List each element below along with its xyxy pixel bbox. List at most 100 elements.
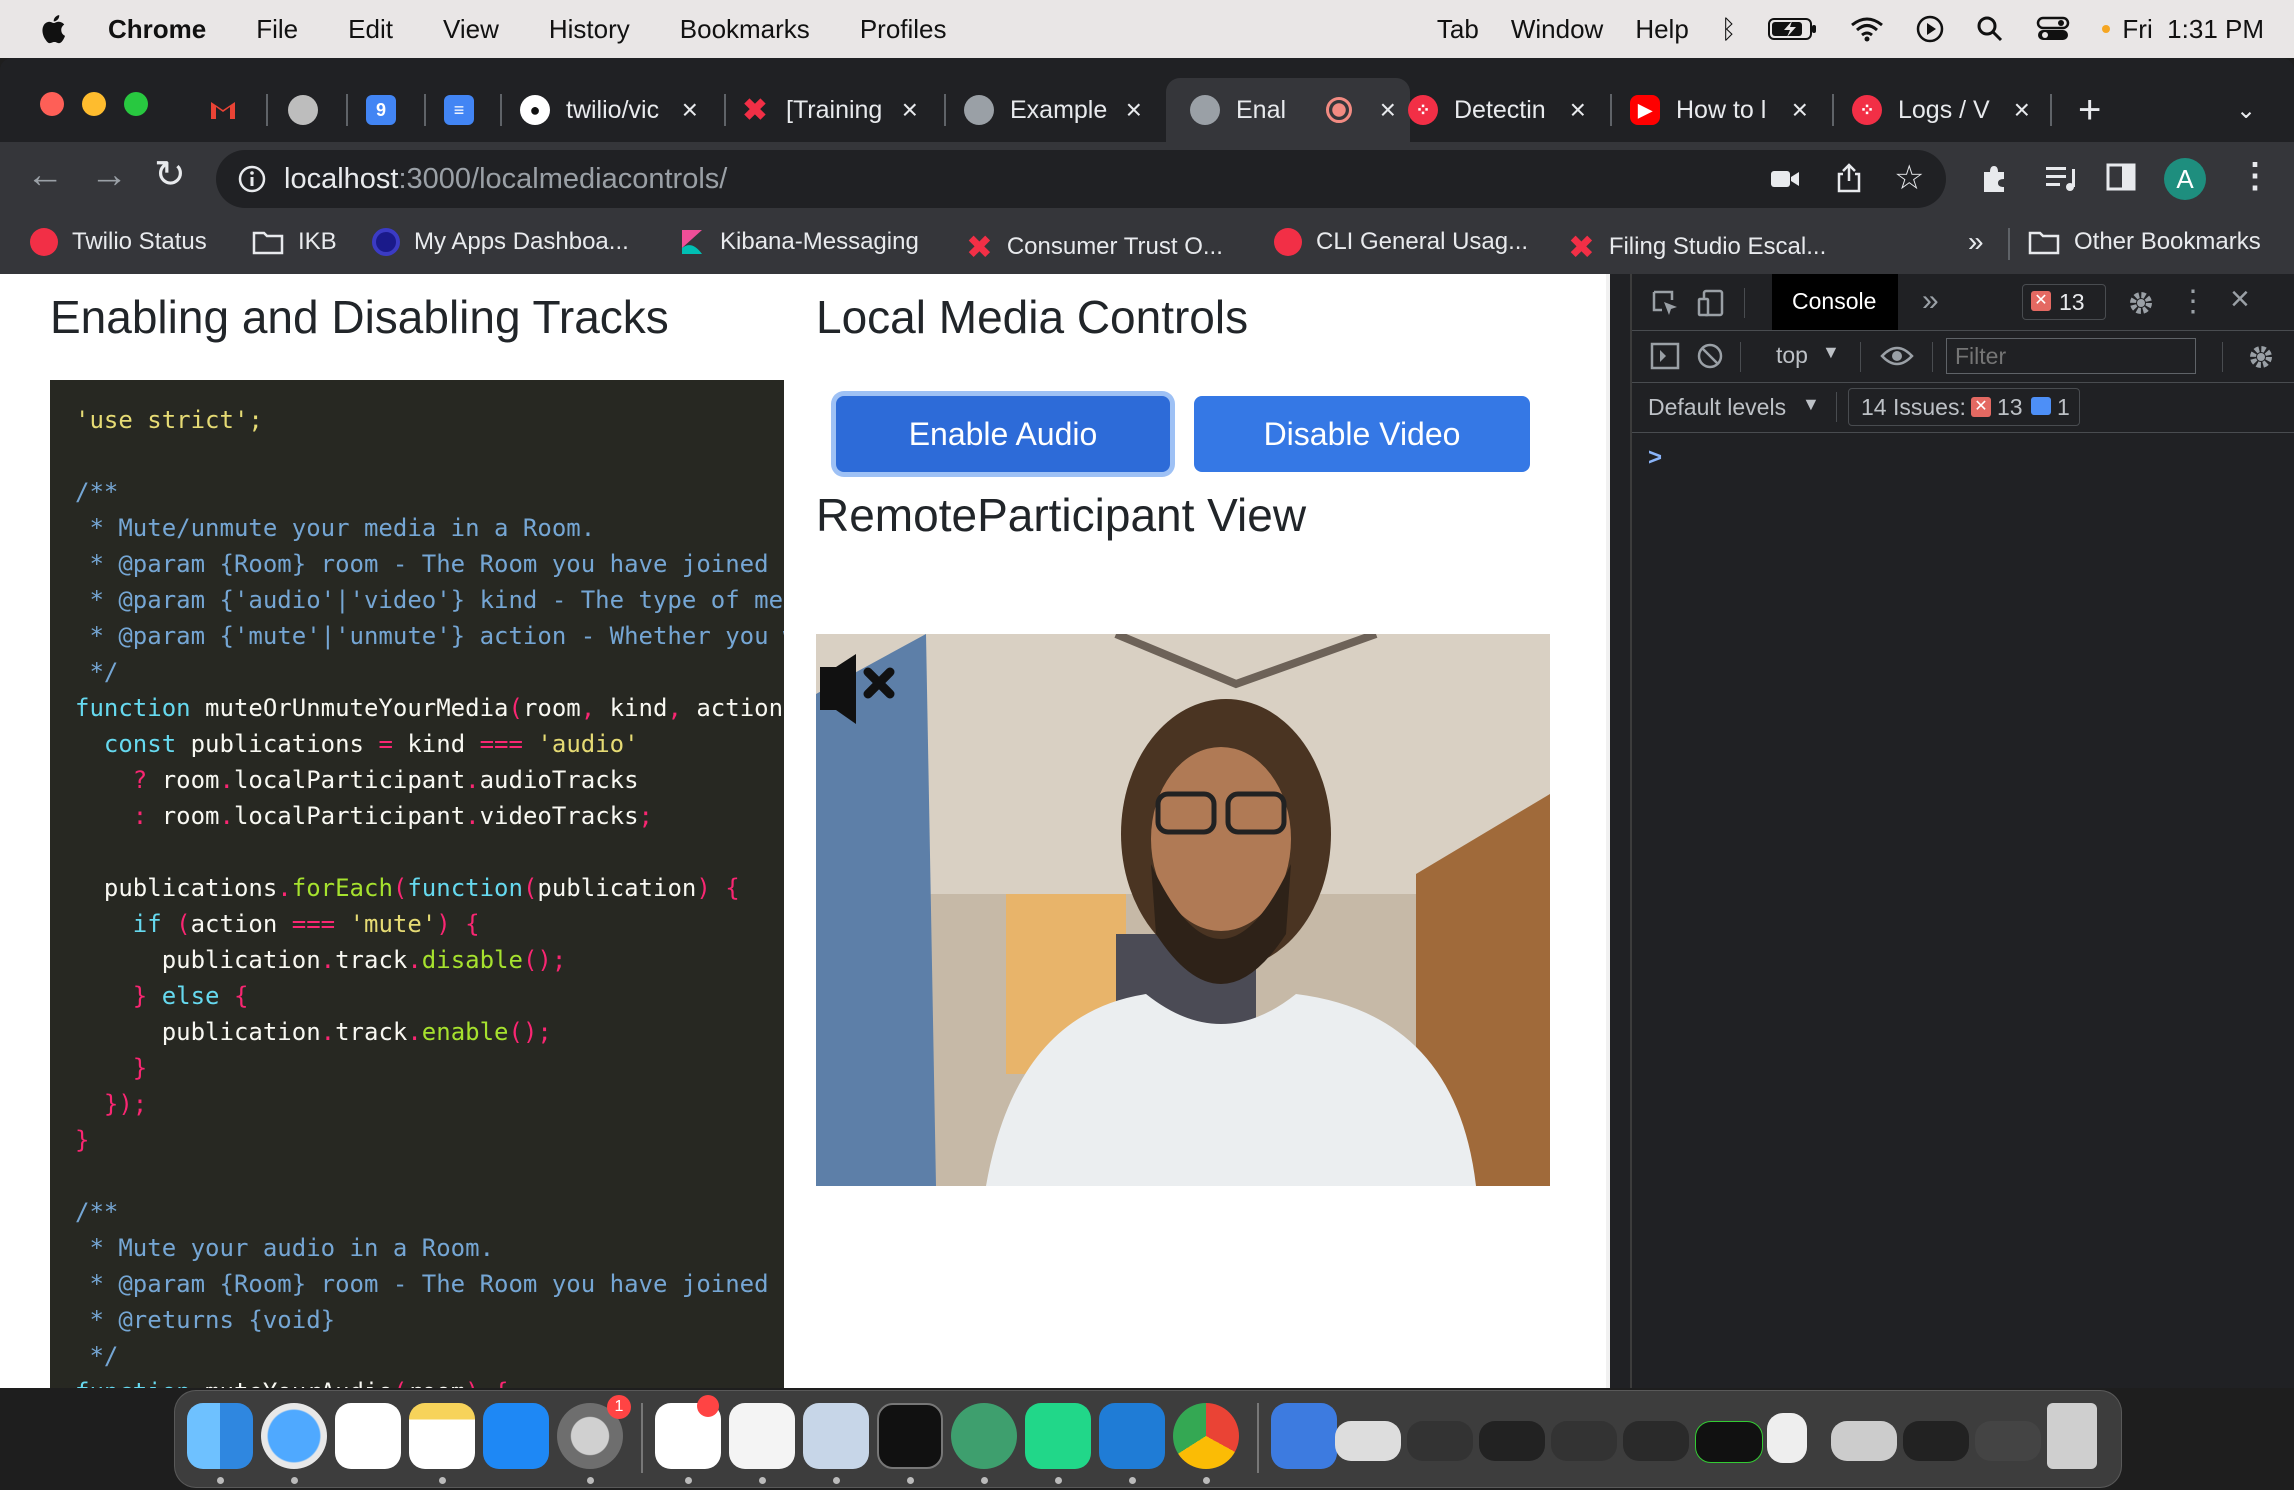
bluetooth-icon[interactable]: ᛒ	[1721, 14, 1737, 45]
console-prompt[interactable]: >	[1648, 444, 1662, 472]
xcode-app-icon[interactable]	[1271, 1403, 1337, 1469]
tab-calendar[interactable]: 9	[366, 78, 410, 142]
context-selector[interactable]: top	[1776, 342, 1808, 369]
window-thumbnail[interactable]	[1975, 1421, 2041, 1461]
camera-in-use-icon[interactable]	[1770, 168, 1800, 190]
control-center-icon[interactable]	[2036, 15, 2070, 43]
window-thumbnail[interactable]	[1407, 1421, 1473, 1461]
address-bar[interactable]: localhost:3000/localmediacontrols/ ☆	[216, 150, 1946, 208]
bookmarks-overflow-button[interactable]: »	[1968, 226, 1984, 258]
menu-tab[interactable]: Tab	[1437, 14, 1479, 45]
forward-button[interactable]: →	[90, 154, 128, 197]
menu-edit[interactable]: Edit	[348, 14, 393, 45]
play-icon[interactable]	[1916, 15, 1944, 43]
close-tab-icon[interactable]: ×	[2014, 94, 2030, 126]
inspect-element-icon[interactable]	[1650, 288, 1680, 318]
tab-example[interactable]: Example ×	[964, 78, 1154, 142]
menu-file[interactable]: File	[256, 14, 298, 45]
window-thumbnail[interactable]	[1695, 1421, 1763, 1463]
safari-app-icon[interactable]	[261, 1403, 327, 1469]
other-bookmarks-button[interactable]: Other Bookmarks	[2028, 228, 2261, 256]
spotlight-search-icon[interactable]	[1976, 15, 2004, 43]
close-tab-icon[interactable]: ×	[902, 94, 918, 126]
zoom-window-button[interactable]	[124, 92, 148, 116]
tab-search-icon[interactable]: ⌄	[2236, 96, 2256, 125]
tab-avatar[interactable]	[288, 78, 332, 142]
close-tab-icon[interactable]: ×	[1792, 94, 1808, 126]
menu-help[interactable]: Help	[1635, 14, 1688, 45]
enable-audio-button[interactable]: Enable Audio	[836, 396, 1170, 472]
page-scrollbar[interactable]	[1606, 274, 1610, 1388]
bookmark-filing-studio[interactable]: ✖ Filing Studio Escal...	[1568, 228, 1826, 266]
error-count-badge[interactable]: ✕ 13	[2022, 284, 2106, 320]
chrome-menu-icon[interactable]: ⋮	[2238, 156, 2272, 196]
issues-button[interactable]: 14 Issues: ✕ 13 1	[1848, 388, 2080, 426]
extensions-icon[interactable]	[1978, 162, 2010, 194]
close-tab-icon[interactable]: ×	[1570, 94, 1586, 126]
side-panel-icon[interactable]	[2106, 162, 2136, 192]
show-sidebar-icon[interactable]	[1650, 342, 1680, 370]
bookmark-twilio-status[interactable]: Twilio Status	[30, 228, 207, 256]
close-tab-icon[interactable]: ×	[1380, 94, 1396, 126]
menu-view[interactable]: View	[443, 14, 499, 45]
pycharm-app-icon[interactable]	[1025, 1403, 1091, 1469]
default-levels-dropdown[interactable]: Default levels	[1648, 394, 1786, 421]
preview-app-icon[interactable]	[803, 1403, 869, 1469]
close-tab-icon[interactable]: ×	[682, 94, 698, 126]
media-controls-icon[interactable]	[2044, 163, 2078, 193]
tab-how-to[interactable]: ▶ How to l ×	[1630, 78, 1820, 142]
menu-window[interactable]: Window	[1511, 14, 1603, 45]
devtools-menu-icon[interactable]: ⋮	[2178, 284, 2208, 319]
live-expression-eye-icon[interactable]	[1880, 344, 1914, 368]
bookmark-consumer-trust[interactable]: ✖ Consumer Trust O...	[966, 228, 1223, 266]
bookmark-kibana[interactable]: Kibana-Messaging	[678, 228, 919, 256]
bookmark-my-apps[interactable]: My Apps Dashboa...	[372, 228, 629, 256]
app-store-icon[interactable]	[483, 1403, 549, 1469]
minimize-window-button[interactable]	[82, 92, 106, 116]
trash-app-icon[interactable]	[2047, 1403, 2097, 1469]
tab-docs[interactable]: ≡	[444, 78, 488, 142]
share-icon[interactable]	[1836, 163, 1862, 193]
settings-gear-icon[interactable]	[2126, 288, 2156, 318]
url-text[interactable]: localhost:3000/localmediacontrols/	[284, 163, 727, 196]
clear-console-icon[interactable]	[1696, 342, 1724, 370]
disable-video-button[interactable]: Disable Video	[1194, 396, 1530, 472]
apple-logo-icon[interactable]	[38, 12, 72, 46]
window-thumbnail[interactable]	[1479, 1421, 1545, 1461]
tab-active-enabling[interactable]: Enal ×	[1166, 78, 1410, 142]
close-devtools-icon[interactable]: ×	[2230, 280, 2250, 319]
textedit-app-icon[interactable]	[729, 1403, 795, 1469]
close-window-button[interactable]	[40, 92, 64, 116]
bookmark-ikb[interactable]: IKB	[252, 228, 337, 256]
vscode-app-icon[interactable]	[1099, 1403, 1165, 1469]
finder-app-icon[interactable]	[187, 1403, 253, 1469]
menu-clock[interactable]: Fri 1:31 PM	[2122, 14, 2264, 45]
back-button[interactable]: ←	[26, 154, 64, 197]
tab-gmail[interactable]	[208, 78, 252, 142]
console-filter-input[interactable]	[1946, 338, 2196, 374]
menu-app-name[interactable]: Chrome	[108, 14, 206, 45]
bookmark-cli-general[interactable]: CLI General Usag...	[1274, 228, 1528, 256]
reminders-app-icon[interactable]	[335, 1403, 401, 1469]
terminal-app-icon[interactable]	[877, 1403, 943, 1469]
window-thumbnail[interactable]	[1623, 1421, 1689, 1461]
tab-detecting[interactable]: ⁘ Detectin ×	[1408, 78, 1598, 142]
bookmark-star-icon[interactable]: ☆	[1894, 158, 1924, 198]
menu-profiles[interactable]: Profiles	[860, 14, 947, 45]
notes-app-icon[interactable]	[409, 1403, 475, 1469]
wifi-icon[interactable]	[1850, 16, 1884, 42]
close-tab-icon[interactable]: ×	[1126, 94, 1142, 126]
battery-icon[interactable]	[1768, 16, 1818, 42]
window-thumbnail[interactable]	[1551, 1421, 1617, 1461]
window-thumbnail[interactable]	[1831, 1421, 1897, 1461]
tab-logs[interactable]: ⁘ Logs / V ×	[1852, 78, 2042, 142]
levels-dropdown-icon[interactable]: ▼	[1802, 394, 1820, 415]
more-tabs-icon[interactable]: »	[1922, 284, 1939, 318]
window-thumbnail[interactable]	[1335, 1421, 1401, 1461]
new-tab-button[interactable]: +	[2078, 88, 2101, 133]
menu-bookmarks[interactable]: Bookmarks	[680, 14, 810, 45]
device-toolbar-icon[interactable]	[1696, 288, 1726, 318]
context-dropdown-icon[interactable]: ▼	[1822, 342, 1840, 363]
site-info-icon[interactable]	[238, 165, 266, 193]
menu-history[interactable]: History	[549, 14, 630, 45]
